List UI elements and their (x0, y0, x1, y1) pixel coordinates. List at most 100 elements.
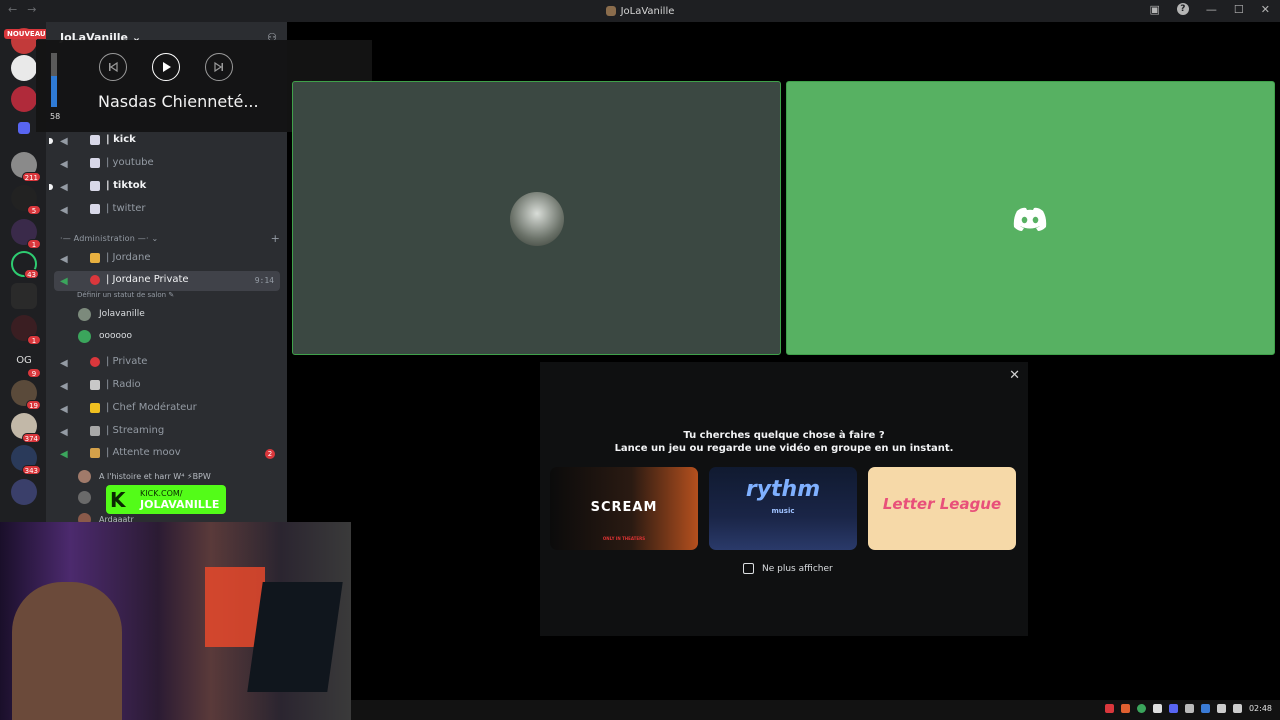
window-controls: ▣ ? — ☐ ✕ (1150, 3, 1270, 16)
channel-label: | tiktok (106, 180, 147, 191)
mic-icon[interactable] (1104, 704, 1114, 713)
webcam-monitor (247, 582, 343, 692)
guild-icon[interactable]: 1 (11, 315, 41, 345)
mention-count: 9 (27, 368, 41, 378)
speaker-icon: ◀ (60, 254, 68, 265)
channel-label: | twitter (106, 203, 146, 214)
guild-icon[interactable]: 1 (11, 219, 41, 249)
volume-icon[interactable] (1232, 704, 1242, 713)
channel-twitter[interactable]: ◀ | twitter (46, 200, 287, 220)
activity-subheading: Lance un jeu ou regarde une vidéo en gro… (614, 443, 954, 454)
avatar (78, 469, 91, 483)
clapper-icon (90, 426, 100, 436)
volume-slider[interactable] (51, 53, 57, 107)
speaker-icon: ◀ (60, 427, 68, 438)
next-track-button[interactable] (205, 53, 233, 81)
previous-track-button[interactable] (99, 53, 127, 81)
kick-url-line2: JOLAVANILLE (140, 498, 220, 511)
network-icon[interactable] (1216, 704, 1226, 713)
guild-icon[interactable]: 19 (11, 380, 41, 410)
checkbox-box[interactable] (743, 563, 754, 574)
app-icon[interactable] (1152, 704, 1162, 713)
avatar (78, 307, 91, 321)
inbox-icon[interactable]: ▣ (1150, 3, 1160, 16)
close-button[interactable]: ✕ (1261, 3, 1270, 16)
steam-icon[interactable] (1184, 704, 1194, 713)
taskbar: 02:48 (351, 700, 1280, 720)
app-icon[interactable] (1120, 704, 1130, 713)
channel-private[interactable]: ◀ | Private (46, 353, 287, 373)
close-icon[interactable]: ✕ (1009, 368, 1020, 383)
title-bar: ← → JoLaVanille ▣ ? — ☐ ✕ (0, 0, 1280, 22)
volume-fill (51, 75, 57, 107)
guild-icon[interactable] (11, 479, 37, 505)
speaker-icon: ◀ (60, 381, 68, 392)
window-title-text: JoLaVanille (620, 5, 675, 17)
crown-icon (90, 253, 100, 263)
minimize-button[interactable]: — (1206, 3, 1217, 16)
guild-icon[interactable] (11, 86, 37, 112)
clock[interactable]: 02:48 (1249, 704, 1272, 713)
channel-status-prompt[interactable]: Définir un statut de salon ✎ (77, 291, 174, 299)
channel-jordane-private[interactable]: ◀ | Jordane Private 9:14 (54, 271, 280, 291)
channel-radio[interactable]: ◀ | Radio (46, 376, 287, 396)
channel-tiktok[interactable]: ◀ | tiktok (46, 177, 287, 197)
guild-icon[interactable]: 343 (11, 445, 41, 475)
channel-label: | youtube (106, 157, 154, 168)
activity-card-rythm[interactable]: rythm music (709, 467, 857, 550)
next-icon (214, 61, 223, 73)
channel-jordane[interactable]: ◀ | Jordane (46, 249, 287, 269)
channel-youtube[interactable]: ◀ | youtube (46, 154, 287, 174)
back-arrow-icon[interactable]: ← (8, 3, 17, 16)
bluetooth-icon[interactable] (1200, 704, 1210, 713)
play-button[interactable] (152, 53, 180, 81)
waiting-user[interactable] (78, 488, 99, 506)
volume-value: 58 (50, 112, 61, 121)
waiting-user[interactable]: A l'histoire et harr W⁴ ⚡BPW (78, 467, 211, 485)
hourglass-icon (90, 448, 100, 458)
guild-icon[interactable]: 43 (11, 251, 39, 279)
voice-user[interactable]: oooooo (78, 327, 132, 345)
webcam-person (12, 582, 122, 720)
video-tile-user[interactable] (292, 81, 781, 355)
speaker-icon: ◀ (60, 358, 68, 369)
category-administration[interactable]: ·— Administration —· ⌄ + (60, 232, 280, 245)
video-tile-user[interactable] (786, 81, 1275, 355)
help-icon[interactable]: ? (1176, 3, 1189, 15)
folder-icon[interactable] (18, 122, 30, 134)
speaker-icon: ◀ (60, 159, 68, 170)
channel-attente-moov[interactable]: ◀ | Attente moov 2 (46, 444, 287, 464)
voice-user[interactable]: Jolavanille (78, 305, 145, 323)
add-channel-icon[interactable]: + (271, 232, 280, 245)
channel-label: | kick (106, 134, 136, 145)
channel-label: | Attente moov (106, 447, 181, 458)
avatar (78, 490, 91, 504)
server-avatar-icon (605, 6, 616, 16)
lightning-icon (90, 403, 100, 413)
speaker-icon: ◀ (60, 182, 68, 193)
channel-kick[interactable]: ◀ | kick (46, 131, 287, 151)
guild-icon[interactable]: 211 (11, 152, 41, 182)
channel-streaming[interactable]: ◀ | Streaming (46, 422, 287, 442)
activity-card-scream[interactable]: SCREAM ONLY IN THEATERS (550, 467, 698, 550)
voice-user-name: Jolavanille (99, 309, 145, 319)
channel-chef-moderateur[interactable]: ◀ | Chef Modérateur (46, 399, 287, 419)
activity-suggestions-panel: ✕ Tu cherches quelque chose à faire ? La… (540, 362, 1028, 636)
guild-icon[interactable]: OG 9 (11, 348, 41, 378)
discord-icon[interactable] (1168, 704, 1178, 713)
window-title: JoLaVanille (605, 5, 675, 17)
epic-games-icon[interactable] (11, 283, 37, 309)
guild-icon[interactable] (11, 55, 37, 81)
activity-card-letter-league[interactable]: Letter League (868, 467, 1016, 550)
dont-show-again-checkbox[interactable]: Ne plus afficher (743, 563, 833, 574)
channel-label: | Chef Modérateur (106, 402, 197, 413)
guild-icon[interactable]: 374 (11, 413, 41, 443)
app-icon[interactable] (1136, 704, 1146, 713)
mention-count: 343 (21, 465, 41, 475)
guild-icon[interactable]: 5 (11, 185, 41, 215)
system-tray: 02:48 (1104, 704, 1272, 713)
flag-icon (90, 204, 100, 214)
kick-badge: K KICK.COM/ JOLAVANILLE (106, 485, 226, 514)
maximize-button[interactable]: ☐ (1234, 3, 1244, 16)
forward-arrow-icon[interactable]: → (27, 3, 36, 16)
